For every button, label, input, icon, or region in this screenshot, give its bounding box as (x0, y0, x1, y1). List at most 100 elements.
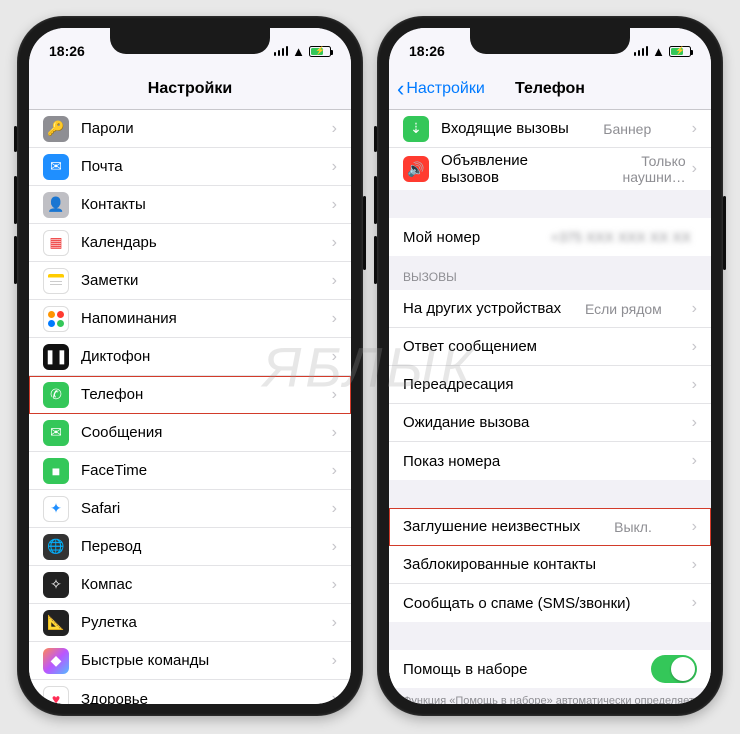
row-label: Календарь (81, 234, 157, 251)
row-dial-assist[interactable]: Помощь в наборе (389, 650, 711, 688)
reminders-icon (43, 306, 69, 332)
row-detail: +375 XXX XXX XX XX (551, 229, 691, 245)
translate-icon: 🌐 (43, 534, 69, 560)
mail-icon: ✉ (43, 154, 69, 180)
contacts-icon: 👤 (43, 192, 69, 218)
row-label: Перевод (81, 538, 141, 555)
voicememos-icon: ❚❚ (43, 344, 69, 370)
chevron-right-icon: › (332, 120, 337, 138)
cellular-icon (274, 46, 288, 56)
row-translate[interactable]: 🌐 Перевод › (29, 528, 351, 566)
row-voicememos[interactable]: ❚❚ Диктофон › (29, 338, 351, 376)
cellular-icon (634, 46, 648, 56)
row-label: Сообщения (81, 424, 162, 441)
calls-list[interactable]: На других устройствах Если рядом › Ответ… (389, 290, 711, 480)
row-call-forwarding[interactable]: Переадресация › (389, 366, 711, 404)
row-mail[interactable]: ✉ Почта › (29, 148, 351, 186)
battery-icon: ⚡ (309, 46, 331, 57)
row-reminders[interactable]: Напоминания › (29, 300, 351, 338)
measure-icon: 📐 (43, 610, 69, 636)
facetime-icon: ■ (43, 458, 69, 484)
row-label: Объявление вызовов (441, 152, 581, 186)
chevron-right-icon: › (332, 310, 337, 328)
row-blocked[interactable]: Заблокированные контакты › (389, 546, 711, 584)
row-other-devices[interactable]: На других устройствах Если рядом › (389, 290, 711, 328)
row-silence-unknown[interactable]: Заглушение неизвестных Выкл. › (389, 508, 711, 546)
row-label: Рулетка (81, 614, 137, 631)
chevron-right-icon: › (692, 300, 697, 318)
row-health[interactable]: ♥ Здоровье › (29, 680, 351, 704)
dial-assist-footer: Функция «Помощь в наборе» автоматически … (389, 688, 711, 704)
row-detail: Если рядом (585, 301, 662, 317)
key-icon: 🔑 (43, 116, 69, 142)
row-facetime[interactable]: ■ FaceTime › (29, 452, 351, 490)
status-time: 18:26 (49, 43, 85, 59)
row-notes[interactable]: Заметки › (29, 262, 351, 300)
chevron-right-icon: › (692, 556, 697, 574)
row-label: Быстрые команды (81, 652, 209, 669)
status-time: 18:26 (409, 43, 445, 59)
row-label: Заблокированные контакты (403, 556, 596, 573)
row-label: Напоминания (81, 310, 177, 327)
chevron-right-icon: › (692, 338, 697, 356)
row-detail: Баннер (603, 121, 651, 137)
notch (470, 28, 630, 54)
row-safari[interactable]: ✦ Safari › (29, 490, 351, 528)
row-label: Мой номер (403, 229, 480, 246)
notes-icon (43, 268, 69, 294)
row-label: Диктофон (81, 348, 150, 365)
row-shortcuts[interactable]: ◆ Быстрые команды › (29, 642, 351, 680)
row-announce[interactable]: 🔊 Объявление вызовов Только наушни… › (389, 148, 711, 190)
row-incoming[interactable]: ⇣ Входящие вызовы Баннер › (389, 110, 711, 148)
chevron-right-icon: › (332, 348, 337, 366)
row-passwords[interactable]: 🔑 Пароли › (29, 110, 351, 148)
row-report-spam[interactable]: Сообщать о спаме (SMS/звонки) › (389, 584, 711, 622)
my-number-group[interactable]: Мой номер +375 XXX XXX XX XX (389, 218, 711, 256)
phone-top-list[interactable]: ⇣ Входящие вызовы Баннер › 🔊 Объявление … (389, 110, 711, 190)
section-header-calls: ВЫЗОВЫ (389, 256, 711, 290)
row-detail: Только наушни… (581, 153, 686, 185)
chevron-right-icon: › (692, 452, 697, 470)
chevron-right-icon: › (332, 614, 337, 632)
chevron-right-icon: › (332, 386, 337, 404)
chevron-right-icon: › (332, 652, 337, 670)
settings-list[interactable]: 🔑 Пароли › ✉ Почта › 👤 Контакты › ▦ Кале… (29, 110, 351, 704)
toggle-dial-assist[interactable] (651, 655, 697, 683)
row-phone[interactable]: ✆ Телефон › (29, 376, 351, 414)
row-label: Пароли (81, 120, 134, 137)
back-button[interactable]: ‹ Настройки (397, 68, 485, 109)
row-compass[interactable]: ✧ Компас › (29, 566, 351, 604)
row-label: Заметки (81, 272, 138, 289)
row-detail: Выкл. (614, 519, 652, 535)
row-call-waiting[interactable]: Ожидание вызова › (389, 404, 711, 442)
chevron-right-icon: › (692, 414, 697, 432)
row-calendar[interactable]: ▦ Календарь › (29, 224, 351, 262)
row-contacts[interactable]: 👤 Контакты › (29, 186, 351, 224)
row-measure[interactable]: 📐 Рулетка › (29, 604, 351, 642)
notch (110, 28, 270, 54)
row-label: Ожидание вызова (403, 414, 529, 431)
announce-icon: 🔊 (403, 156, 429, 182)
wifi-icon: ▲ (652, 44, 665, 59)
chevron-right-icon: › (332, 462, 337, 480)
silence-list[interactable]: Заглушение неизвестных Выкл. › Заблокиро… (389, 508, 711, 622)
page-title: Настройки (148, 80, 232, 98)
chevron-right-icon: › (332, 196, 337, 214)
row-label: Телефон (81, 386, 143, 403)
row-show-my-id[interactable]: Показ номера › (389, 442, 711, 480)
row-my-number[interactable]: Мой номер +375 XXX XXX XX XX (389, 218, 711, 256)
row-label: Входящие вызовы (441, 120, 569, 137)
row-label: Safari (81, 500, 120, 517)
row-label: Ответ сообщением (403, 338, 537, 355)
chevron-right-icon: › (692, 594, 697, 612)
row-respond-text[interactable]: Ответ сообщением › (389, 328, 711, 366)
row-label: Сообщать о спаме (SMS/звонки) (403, 595, 631, 612)
chevron-right-icon: › (332, 500, 337, 518)
chevron-right-icon: › (332, 690, 337, 704)
row-messages[interactable]: ✉ Сообщения › (29, 414, 351, 452)
nav-bar: ‹ Настройки Телефон (389, 68, 711, 110)
page-title: Телефон (515, 80, 585, 98)
wifi-icon: ▲ (292, 44, 305, 59)
dial-assist-group[interactable]: Помощь в наборе (389, 650, 711, 688)
chevron-right-icon: › (332, 234, 337, 252)
